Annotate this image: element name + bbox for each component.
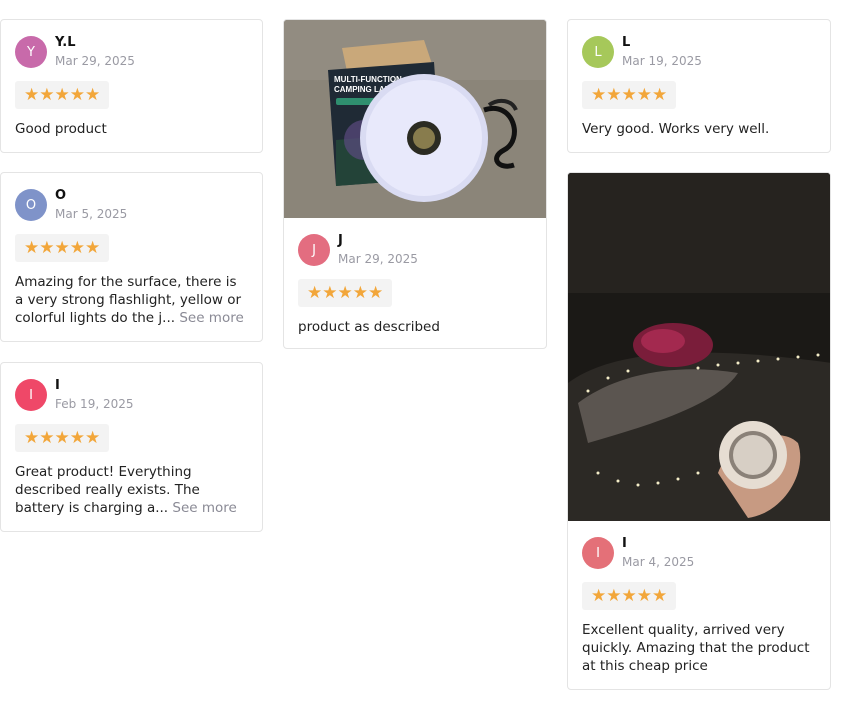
review-photo[interactable]: [568, 173, 830, 521]
review-text: Amazing for the surface, there is a very…: [15, 273, 248, 327]
review-text: product as described: [298, 319, 440, 336]
star-rating: ★★★★★: [298, 279, 393, 308]
review-card[interactable]: L L Mar 19, 2025 ★★★★★ Very good. Works …: [567, 19, 831, 153]
avatar: J: [298, 234, 330, 267]
see-more-link[interactable]: See more: [172, 500, 236, 516]
avatar: Y: [15, 36, 47, 69]
see-more-link[interactable]: See more: [179, 310, 243, 326]
star-rating: ★★★★★: [582, 582, 677, 611]
camping-lamp-photo: MULTI-FUNCTION CAMPING LAMP: [284, 20, 546, 218]
lamp-night-photo: [568, 173, 830, 521]
avatar: I: [15, 379, 47, 412]
review-date: Mar 4, 2025: [622, 555, 695, 570]
review-card[interactable]: MULTI-FUNCTION CAMPING LAMP J J Mar 29, …: [283, 19, 547, 349]
review-card[interactable]: I I Feb 19, 2025 ★★★★★ Great product! Ev…: [0, 362, 263, 532]
reviewer-name: J: [338, 233, 343, 248]
review-date: Mar 5, 2025: [55, 207, 128, 222]
review-text: Great product! Everything described real…: [15, 463, 248, 517]
reviewer-name: I: [55, 378, 60, 393]
review-photo[interactable]: MULTI-FUNCTION CAMPING LAMP: [284, 20, 546, 218]
review-date: Mar 29, 2025: [338, 252, 418, 267]
avatar: O: [15, 189, 47, 222]
review-card[interactable]: O O Mar 5, 2025 ★★★★★ Amazing for the su…: [0, 172, 263, 342]
review-card[interactable]: Y Y.L Mar 29, 2025 ★★★★★ Good product: [0, 19, 263, 153]
avatar: L: [582, 36, 614, 69]
reviewer-name: Y.L: [55, 35, 76, 50]
review-card[interactable]: I I Mar 4, 2025 ★★★★★ Excellent quality,…: [567, 172, 831, 690]
reviewer-name: I: [622, 536, 627, 551]
avatar: I: [582, 537, 614, 570]
star-rating: ★★★★★: [15, 424, 110, 453]
star-rating: ★★★★★: [15, 81, 110, 110]
star-rating: ★★★★★: [582, 81, 677, 110]
reviewer-name: L: [622, 35, 631, 50]
review-date: Mar 19, 2025: [622, 54, 702, 69]
review-text: Very good. Works very well.: [582, 121, 770, 138]
review-date: Feb 19, 2025: [55, 397, 134, 412]
reviewer-name: O: [55, 188, 67, 203]
review-date: Mar 29, 2025: [55, 54, 135, 69]
box-label-line1: MULTI-FUNCTION: [334, 75, 402, 84]
star-rating: ★★★★★: [15, 234, 110, 263]
review-text: Excellent quality, arrived very quickly.…: [582, 622, 810, 675]
review-text: Good product: [15, 121, 107, 138]
